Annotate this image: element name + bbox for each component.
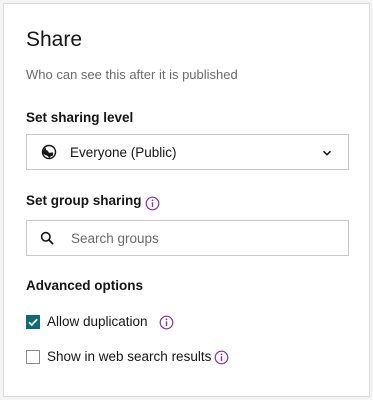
web-search-option[interactable]: Show in web search results — [26, 349, 211, 364]
group-sharing-label: Set group sharing — [26, 193, 142, 208]
panel-subtitle: Who can see this after it is published — [26, 67, 238, 82]
sharing-level-dropdown[interactable]: Everyone (Public) — [26, 134, 349, 170]
globe-icon — [41, 144, 57, 160]
allow-duplication-option[interactable]: Allow duplication — [26, 314, 148, 329]
group-sharing-info-icon[interactable] — [145, 196, 160, 211]
share-panel: Share Who can see this after it is publi… — [3, 3, 370, 397]
web-search-label: Show in web search results — [47, 349, 212, 364]
sharing-level-label: Set sharing level — [26, 110, 134, 125]
allow-duplication-checkbox[interactable] — [26, 314, 40, 329]
chevron-down-icon — [321, 147, 333, 159]
allow-duplication-info-icon[interactable] — [159, 315, 174, 330]
panel-title: Share — [26, 28, 83, 51]
checkmark-icon — [28, 318, 38, 326]
web-search-checkbox[interactable] — [26, 349, 40, 364]
web-search-info-icon[interactable] — [214, 350, 229, 365]
sharing-level-value: Everyone (Public) — [70, 144, 177, 160]
advanced-options-label: Advanced options — [26, 278, 144, 293]
allow-duplication-label: Allow duplication — [47, 314, 148, 329]
search-groups-input[interactable] — [69, 229, 329, 247]
search-icon — [40, 231, 54, 245]
group-search-field[interactable] — [26, 220, 349, 256]
